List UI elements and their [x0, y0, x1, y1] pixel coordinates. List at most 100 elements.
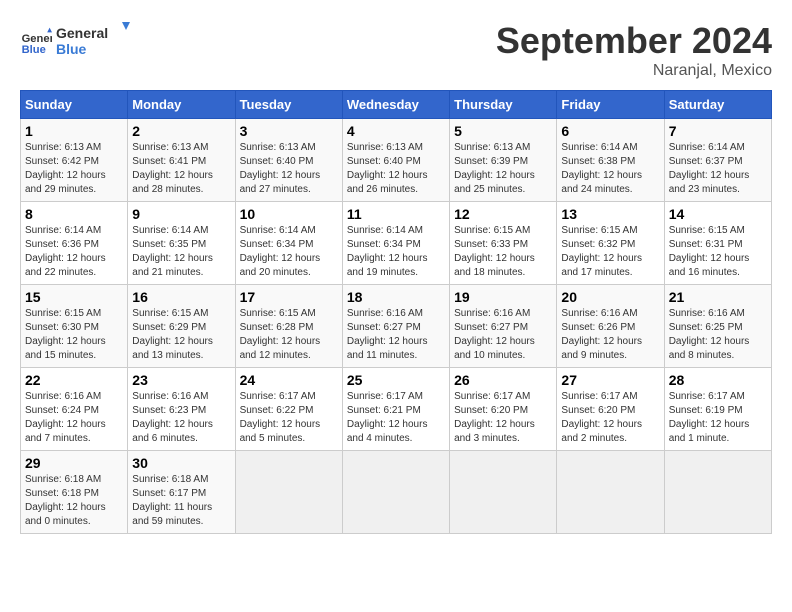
sunset-label: Sunset: 6:37 PM [669, 156, 743, 167]
day-detail: Sunrise: 6:13 AM Sunset: 6:42 PM Dayligh… [25, 141, 123, 197]
daylight-label: Daylight: 12 hours and 29 minutes. [25, 170, 106, 195]
sunrise-label: Sunrise: 6:13 AM [347, 142, 423, 153]
day-detail: Sunrise: 6:15 AM Sunset: 6:31 PM Dayligh… [669, 224, 767, 280]
sunset-label: Sunset: 6:28 PM [240, 322, 314, 333]
day-detail: Sunrise: 6:16 AM Sunset: 6:25 PM Dayligh… [669, 307, 767, 363]
daylight-label: Daylight: 12 hours and 15 minutes. [25, 336, 106, 361]
day-detail: Sunrise: 6:14 AM Sunset: 6:36 PM Dayligh… [25, 224, 123, 280]
calendar-cell: 22 Sunrise: 6:16 AM Sunset: 6:24 PM Dayl… [21, 368, 128, 451]
sunrise-label: Sunrise: 6:16 AM [669, 308, 745, 319]
sunrise-label: Sunrise: 6:13 AM [132, 142, 208, 153]
sunrise-label: Sunrise: 6:16 AM [347, 308, 423, 319]
calendar-cell: 21 Sunrise: 6:16 AM Sunset: 6:25 PM Dayl… [664, 285, 771, 368]
daylight-label: Daylight: 12 hours and 7 minutes. [25, 419, 106, 444]
calendar-cell [235, 451, 342, 534]
sunset-label: Sunset: 6:36 PM [25, 239, 99, 250]
sunrise-label: Sunrise: 6:14 AM [132, 225, 208, 236]
calendar-cell: 18 Sunrise: 6:16 AM Sunset: 6:27 PM Dayl… [342, 285, 449, 368]
sunset-label: Sunset: 6:41 PM [132, 156, 206, 167]
day-number: 17 [240, 289, 338, 305]
day-detail: Sunrise: 6:15 AM Sunset: 6:32 PM Dayligh… [561, 224, 659, 280]
sunrise-label: Sunrise: 6:13 AM [25, 142, 101, 153]
sunrise-label: Sunrise: 6:18 AM [132, 474, 208, 485]
sunset-label: Sunset: 6:42 PM [25, 156, 99, 167]
calendar-cell: 6 Sunrise: 6:14 AM Sunset: 6:38 PM Dayli… [557, 119, 664, 202]
day-detail: Sunrise: 6:17 AM Sunset: 6:19 PM Dayligh… [669, 390, 767, 446]
day-detail: Sunrise: 6:15 AM Sunset: 6:33 PM Dayligh… [454, 224, 552, 280]
day-number: 11 [347, 206, 445, 222]
day-number: 25 [347, 372, 445, 388]
sunrise-label: Sunrise: 6:16 AM [454, 308, 530, 319]
day-number: 3 [240, 123, 338, 139]
daylight-label: Daylight: 12 hours and 13 minutes. [132, 336, 213, 361]
daylight-label: Daylight: 12 hours and 0 minutes. [25, 502, 106, 527]
daylight-label: Daylight: 12 hours and 9 minutes. [561, 336, 642, 361]
daylight-label: Daylight: 12 hours and 5 minutes. [240, 419, 321, 444]
day-number: 6 [561, 123, 659, 139]
day-number: 13 [561, 206, 659, 222]
weekday-header-saturday: Saturday [664, 91, 771, 119]
day-detail: Sunrise: 6:13 AM Sunset: 6:40 PM Dayligh… [240, 141, 338, 197]
daylight-label: Daylight: 12 hours and 28 minutes. [132, 170, 213, 195]
sunset-label: Sunset: 6:40 PM [240, 156, 314, 167]
day-number: 1 [25, 123, 123, 139]
calendar-cell: 23 Sunrise: 6:16 AM Sunset: 6:23 PM Dayl… [128, 368, 235, 451]
day-detail: Sunrise: 6:17 AM Sunset: 6:20 PM Dayligh… [561, 390, 659, 446]
daylight-label: Daylight: 12 hours and 25 minutes. [454, 170, 535, 195]
calendar-table: SundayMondayTuesdayWednesdayThursdayFrid… [20, 90, 772, 534]
sunset-label: Sunset: 6:34 PM [240, 239, 314, 250]
calendar-week-1: 1 Sunrise: 6:13 AM Sunset: 6:42 PM Dayli… [21, 119, 772, 202]
day-number: 10 [240, 206, 338, 222]
sunrise-label: Sunrise: 6:15 AM [561, 225, 637, 236]
sunset-label: Sunset: 6:32 PM [561, 239, 635, 250]
sunset-label: Sunset: 6:35 PM [132, 239, 206, 250]
sunset-label: Sunset: 6:24 PM [25, 405, 99, 416]
day-number: 18 [347, 289, 445, 305]
day-detail: Sunrise: 6:17 AM Sunset: 6:22 PM Dayligh… [240, 390, 338, 446]
day-number: 9 [132, 206, 230, 222]
day-detail: Sunrise: 6:13 AM Sunset: 6:41 PM Dayligh… [132, 141, 230, 197]
calendar-cell [664, 451, 771, 534]
weekday-header-wednesday: Wednesday [342, 91, 449, 119]
day-detail: Sunrise: 6:17 AM Sunset: 6:20 PM Dayligh… [454, 390, 552, 446]
sunrise-label: Sunrise: 6:14 AM [347, 225, 423, 236]
daylight-label: Daylight: 12 hours and 11 minutes. [347, 336, 428, 361]
sunrise-label: Sunrise: 6:15 AM [240, 308, 316, 319]
sunrise-label: Sunrise: 6:17 AM [240, 391, 316, 402]
daylight-label: Daylight: 12 hours and 16 minutes. [669, 253, 750, 278]
calendar-cell: 15 Sunrise: 6:15 AM Sunset: 6:30 PM Dayl… [21, 285, 128, 368]
sunrise-label: Sunrise: 6:15 AM [25, 308, 101, 319]
calendar-cell: 8 Sunrise: 6:14 AM Sunset: 6:36 PM Dayli… [21, 202, 128, 285]
calendar-cell [557, 451, 664, 534]
sunrise-label: Sunrise: 6:17 AM [454, 391, 530, 402]
sunset-label: Sunset: 6:40 PM [347, 156, 421, 167]
calendar-cell: 4 Sunrise: 6:13 AM Sunset: 6:40 PM Dayli… [342, 119, 449, 202]
calendar-cell: 12 Sunrise: 6:15 AM Sunset: 6:33 PM Dayl… [450, 202, 557, 285]
daylight-label: Daylight: 12 hours and 12 minutes. [240, 336, 321, 361]
daylight-label: Daylight: 12 hours and 2 minutes. [561, 419, 642, 444]
calendar-cell: 26 Sunrise: 6:17 AM Sunset: 6:20 PM Dayl… [450, 368, 557, 451]
day-number: 14 [669, 206, 767, 222]
daylight-label: Daylight: 12 hours and 27 minutes. [240, 170, 321, 195]
sunset-label: Sunset: 6:20 PM [454, 405, 528, 416]
daylight-label: Daylight: 12 hours and 19 minutes. [347, 253, 428, 278]
calendar-cell [342, 451, 449, 534]
day-number: 29 [25, 455, 123, 471]
day-detail: Sunrise: 6:16 AM Sunset: 6:26 PM Dayligh… [561, 307, 659, 363]
calendar-cell: 5 Sunrise: 6:13 AM Sunset: 6:39 PM Dayli… [450, 119, 557, 202]
sunrise-label: Sunrise: 6:14 AM [25, 225, 101, 236]
day-detail: Sunrise: 6:14 AM Sunset: 6:37 PM Dayligh… [669, 141, 767, 197]
svg-text:Blue: Blue [56, 41, 87, 57]
weekday-header-tuesday: Tuesday [235, 91, 342, 119]
sunset-label: Sunset: 6:33 PM [454, 239, 528, 250]
sunset-label: Sunset: 6:34 PM [347, 239, 421, 250]
day-detail: Sunrise: 6:16 AM Sunset: 6:24 PM Dayligh… [25, 390, 123, 446]
weekday-header-thursday: Thursday [450, 91, 557, 119]
sunrise-label: Sunrise: 6:17 AM [347, 391, 423, 402]
sunset-label: Sunset: 6:21 PM [347, 405, 421, 416]
calendar-cell: 19 Sunrise: 6:16 AM Sunset: 6:27 PM Dayl… [450, 285, 557, 368]
calendar-cell: 28 Sunrise: 6:17 AM Sunset: 6:19 PM Dayl… [664, 368, 771, 451]
day-detail: Sunrise: 6:18 AM Sunset: 6:17 PM Dayligh… [132, 473, 230, 529]
sunset-label: Sunset: 6:20 PM [561, 405, 635, 416]
sunset-label: Sunset: 6:25 PM [669, 322, 743, 333]
